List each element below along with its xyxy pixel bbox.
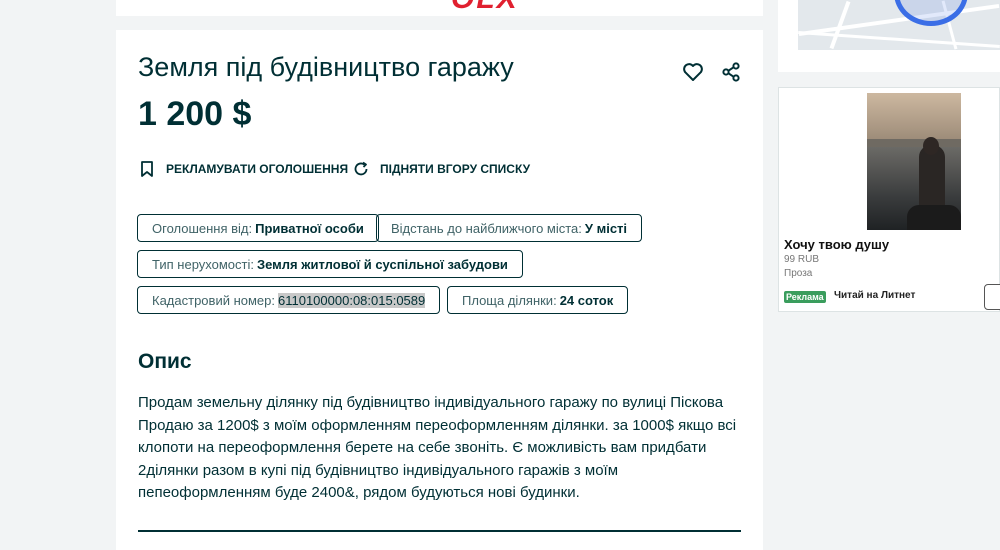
description-line: 2ділянки разом в купі під будівництво ін… <box>138 461 619 479</box>
ad-price: 99 RUB <box>784 254 820 265</box>
param-label: Відстань до найближчого міста: <box>391 220 582 236</box>
promote-label: РЕКЛАМУВАТИ ОГОЛОШЕННЯ <box>166 162 349 176</box>
share-button[interactable] <box>719 60 743 84</box>
site-logo[interactable]: OLX <box>451 0 519 16</box>
param-label: Оголошення від: <box>152 220 253 236</box>
ad-card[interactable]: Хочу твою душу 99 RUB Проза Реклама Чита… <box>778 87 1000 312</box>
param-tag-area: Площа ділянки: 24 соток <box>447 286 629 314</box>
param-tag-cadastral: Кадастровий номер: 6110100000:08:015:058… <box>137 286 441 314</box>
ad-cta-button[interactable] <box>984 284 1000 310</box>
ad-badge: Реклама <box>784 291 826 303</box>
refresh-icon <box>354 161 368 176</box>
ad-link[interactable]: Читай на Литнет <box>834 290 915 301</box>
param-label: Кадастровий номер: <box>152 292 275 308</box>
raise-button[interactable]: ПІДНЯТИ ВГОРУ СПИСКУ <box>352 160 530 178</box>
param-tag-distance: Відстань до найближчого міста: У місті <box>376 214 643 242</box>
listing-title: Земля під будівництво гаражу <box>138 52 514 82</box>
location-map[interactable] <box>798 0 1000 50</box>
promote-button[interactable]: РЕКЛАМУВАТИ ОГОЛОШЕННЯ <box>138 160 348 178</box>
map-location-marker <box>894 0 968 26</box>
description-line: Продам земельну ділянку під будівництво … <box>138 394 724 411</box>
listing-card: Земля під будівництво гаражу 1 200 $ РЕК… <box>116 30 763 550</box>
description-heading: Опис <box>138 350 192 373</box>
section-divider <box>138 530 741 532</box>
description-line: пепеоформленням буде 2400&, рядом будуют… <box>138 484 580 501</box>
description-line: Продаю за 1200$ з моїм оформленням перео… <box>138 416 737 434</box>
favorite-button[interactable] <box>681 60 705 84</box>
map-card[interactable] <box>778 0 1000 72</box>
raise-label: ПІДНЯТИ ВГОРУ СПИСКУ <box>380 162 531 176</box>
param-value: 24 соток <box>559 292 614 308</box>
param-value: У місті <box>584 220 628 236</box>
param-value: Приватної особи <box>255 220 364 236</box>
ad-title[interactable]: Хочу твою душу <box>784 237 889 252</box>
param-value[interactable]: 6110100000:08:015:0589 <box>278 292 426 308</box>
share-icon <box>722 62 740 82</box>
header-card: OLX <box>116 0 763 16</box>
param-label: Площа ділянки: <box>462 292 557 308</box>
description-line: клопоти на переоформлення берете на себе… <box>138 439 707 456</box>
listing-price: 1 200 $ <box>138 95 252 133</box>
ad-category: Проза <box>784 268 813 279</box>
param-tag-seller: Оголошення від: Приватної особи <box>137 214 379 242</box>
heart-icon <box>683 63 703 81</box>
description-text: Продам земельну ділянку під будівництво … <box>138 392 738 505</box>
param-tag-property-type: Тип нерухомості: Земля житлової й суспіл… <box>137 250 523 278</box>
ad-image[interactable] <box>867 93 961 230</box>
param-label: Тип нерухомості: <box>152 256 254 272</box>
param-value: Земля житлової й суспільної забудови <box>256 256 508 272</box>
bookmark-icon <box>141 161 153 177</box>
